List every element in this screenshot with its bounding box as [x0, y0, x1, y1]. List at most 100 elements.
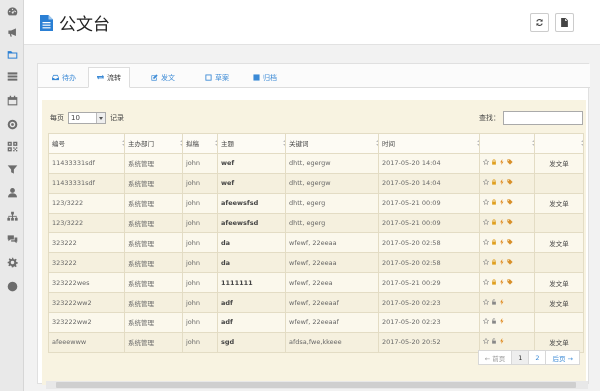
header-drafter[interactable]: 拟稿 — [182, 133, 218, 154]
unlock-icon[interactable] — [491, 338, 497, 346]
scrollbar-thumb[interactable] — [56, 382, 576, 388]
issue-form-link[interactable]: 发文单 — [534, 292, 584, 314]
tab-archive[interactable]: 归档 — [253, 67, 277, 88]
issue-form-link[interactable]: 发文单 — [534, 232, 584, 254]
table-row[interactable]: 323222 系统管理 john da wfewf, 22eeaa 2017-05-20 … — [48, 232, 584, 254]
star-icon[interactable] — [482, 178, 490, 187]
lock-icon[interactable] — [491, 259, 497, 267]
cell-status-icons — [479, 312, 535, 333]
page-1-button[interactable]: 1 — [511, 350, 530, 365]
globe-icon[interactable] — [0, 277, 24, 295]
next-page-button[interactable]: 后页 → — [545, 350, 580, 365]
bolt-icon[interactable] — [499, 338, 505, 346]
issue-form-link[interactable]: 发文单 — [534, 272, 584, 294]
cell-dept: 系统管理 — [124, 292, 183, 314]
filter-icon[interactable] — [0, 160, 24, 178]
tab-issue[interactable]: 发文 — [151, 67, 175, 88]
header-id[interactable]: 编号 — [48, 133, 125, 154]
issue-form-link[interactable] — [534, 312, 584, 333]
document-table: 编号 主办部门 拟稿 主题 关键词 时间 11433331sdf 系统管理 john wef dh… — [48, 133, 584, 353]
lock-icon[interactable] — [491, 199, 497, 207]
cell-keywords: dhtt, egerg — [285, 192, 379, 214]
tag-icon[interactable] — [507, 259, 513, 267]
table-row[interactable]: 123/3222 系统管理 john afeewsfsd dhtt, egerg 2017… — [48, 192, 584, 214]
header-dept[interactable]: 主办部门 — [124, 133, 183, 154]
issue-form-link[interactable] — [534, 252, 584, 274]
star-icon[interactable] — [482, 198, 490, 207]
bullhorn-icon[interactable] — [0, 23, 24, 41]
tab-transfer[interactable]: 流转 — [88, 67, 130, 88]
star-icon[interactable] — [482, 318, 490, 326]
lock-icon[interactable] — [491, 279, 497, 287]
dashboard-icon[interactable] — [0, 2, 24, 20]
unlock-icon[interactable] — [491, 298, 497, 307]
star-icon[interactable] — [482, 278, 490, 287]
star-icon[interactable] — [482, 159, 490, 167]
tag-icon[interactable] — [507, 199, 513, 207]
issue-form-link[interactable] — [534, 212, 584, 234]
table-row[interactable]: 323222ww2 系统管理 john adf wfewf, 22eeaaf 2017-0… — [48, 292, 584, 314]
list-icon[interactable] — [0, 67, 24, 85]
issue-form-link[interactable]: 发文单 — [534, 152, 584, 174]
unlock-icon[interactable] — [491, 318, 497, 326]
tab-todo[interactable]: 待办 — [52, 67, 76, 88]
table-row[interactable]: 323222ww2 系统管理 john adf wfewf, 22eeaaf 2017-0… — [48, 312, 584, 333]
star-icon[interactable] — [482, 258, 490, 267]
gear-icon[interactable] — [0, 253, 24, 271]
lock-icon[interactable] — [491, 159, 497, 167]
refresh-button[interactable] — [530, 13, 549, 32]
header-time[interactable]: 时间 — [378, 133, 480, 154]
table-row[interactable]: 11433331sdf 系统管理 john wef dhtt, egergw 2017-0… — [48, 152, 584, 174]
header-keywords[interactable]: 关键词 — [285, 133, 379, 154]
folder-icon[interactable] — [0, 45, 24, 63]
exchange-icon — [97, 74, 104, 80]
star-icon[interactable] — [482, 218, 490, 227]
tag-icon[interactable] — [507, 219, 513, 227]
header-status[interactable] — [479, 133, 535, 154]
star-icon[interactable] — [482, 298, 490, 307]
star-icon[interactable] — [482, 238, 490, 247]
tag-icon[interactable] — [507, 179, 513, 187]
table-row[interactable]: 323222wes 系统管理 john 1111111 wfewf, 22eea 2017… — [48, 272, 584, 294]
circle-icon[interactable] — [0, 115, 24, 133]
bolt-icon[interactable] — [499, 159, 505, 167]
table-row[interactable]: 323222 系统管理 john da wfewf, 22eeaa 2017-05-20 … — [48, 252, 584, 274]
sitemap-icon[interactable] — [0, 207, 24, 225]
bolt-icon[interactable] — [499, 199, 505, 207]
table-row[interactable]: 11433331sdf 系统管理 john wef dhtt, egergw 2017-0… — [48, 172, 584, 194]
lock-icon[interactable] — [491, 179, 497, 187]
bolt-icon[interactable] — [499, 258, 505, 267]
cell-time: 2017-05-21 00:09 — [378, 192, 480, 214]
page-title-text: 公文台 — [59, 15, 110, 35]
header-action[interactable] — [534, 133, 584, 154]
tab-draft[interactable]: 草案 — [205, 67, 229, 88]
tag-icon[interactable] — [507, 279, 513, 287]
tag-icon[interactable] — [507, 159, 513, 167]
lock-icon[interactable] — [491, 219, 497, 227]
tag-icon[interactable] — [507, 239, 513, 247]
comments-icon[interactable] — [0, 230, 24, 248]
export-file-button[interactable] — [555, 13, 574, 32]
header-subject[interactable]: 主题 — [217, 133, 286, 154]
bolt-icon[interactable] — [499, 219, 505, 227]
calendar-icon[interactable] — [0, 91, 24, 109]
bolt-icon[interactable] — [499, 278, 505, 287]
page-2-button[interactable]: 2 — [528, 350, 547, 365]
table-row[interactable]: 123/3222 系统管理 john afeewsfsd dhtt, egerg 2017… — [48, 212, 584, 234]
issue-form-link[interactable]: 发文单 — [534, 192, 584, 214]
cell-time: 2017-05-20 14:04 — [378, 152, 480, 174]
horizontal-scrollbar[interactable] — [46, 381, 588, 389]
prev-page-button[interactable]: ← 前页 — [477, 350, 513, 365]
page-size-select[interactable]: 10 — [68, 112, 106, 124]
lock-icon[interactable] — [491, 239, 497, 247]
search-input[interactable] — [503, 111, 583, 125]
bolt-icon[interactable] — [499, 238, 505, 247]
star-icon[interactable] — [482, 338, 490, 346]
qrcode-icon[interactable] — [0, 137, 24, 155]
records-label: 记录 — [110, 114, 124, 122]
bolt-icon[interactable] — [499, 318, 505, 326]
bolt-icon[interactable] — [499, 298, 505, 307]
user-icon[interactable] — [0, 183, 24, 201]
issue-form-link[interactable] — [534, 172, 584, 194]
bolt-icon[interactable] — [499, 179, 505, 187]
